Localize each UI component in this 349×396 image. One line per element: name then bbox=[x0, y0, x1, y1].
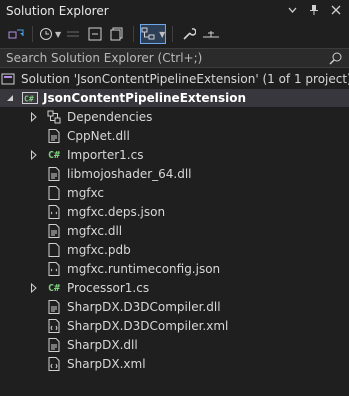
csharp-badge: C# bbox=[24, 95, 34, 104]
tree-item[interactable]: SharpDX.xml bbox=[0, 355, 349, 373]
project-label: JsonContentPipelineExtension bbox=[43, 91, 247, 105]
csharp-file-icon: C# bbox=[46, 147, 62, 163]
chevron-down-icon: ▼ bbox=[159, 29, 166, 39]
tree-item-label: SharpDX.xml bbox=[67, 357, 146, 371]
collapsed-arrow-icon[interactable] bbox=[28, 112, 40, 122]
tree-view-filter-button[interactable]: ▼ bbox=[140, 24, 167, 44]
toolbar-separator bbox=[133, 26, 135, 42]
tree-item[interactable]: libmojoshader_64.dll bbox=[0, 165, 349, 183]
sync-button[interactable] bbox=[63, 24, 83, 44]
solution-icon bbox=[0, 71, 16, 87]
tree-item[interactable]: SharpDX.D3DCompiler.xml bbox=[0, 317, 349, 335]
chevron-down-icon: ▼ bbox=[55, 29, 62, 39]
tree-item[interactable]: mgfxc.pdb bbox=[0, 241, 349, 259]
tree-item[interactable]: mgfxc.dll bbox=[0, 222, 349, 240]
tree-item[interactable]: CppNet.dll bbox=[0, 127, 349, 145]
tree-item-label: mgfxc.dll bbox=[67, 224, 123, 238]
tree-item[interactable]: C# Processor1.cs bbox=[0, 279, 349, 297]
tree-item-label: mgfxc.runtimeconfig.json bbox=[67, 262, 221, 276]
collapsed-arrow-icon[interactable] bbox=[28, 283, 40, 293]
collapse-all-button[interactable] bbox=[85, 24, 105, 44]
file-icon bbox=[46, 242, 62, 258]
dll-file-icon bbox=[46, 223, 62, 239]
dll-file-icon bbox=[46, 166, 62, 182]
solution-node[interactable]: Solution 'JsonContentPipelineExtension' … bbox=[0, 70, 349, 88]
dependencies-icon bbox=[46, 109, 62, 125]
tree-item-label: CppNet.dll bbox=[67, 129, 130, 143]
csharp-badge: C# bbox=[47, 282, 61, 294]
file-icon bbox=[46, 185, 62, 201]
panel-title: Solution Explorer bbox=[6, 3, 109, 18]
dll-file-icon bbox=[46, 337, 62, 353]
close-icon[interactable] bbox=[329, 3, 343, 17]
csharp-project-icon: C# bbox=[22, 90, 38, 106]
search-icon[interactable] bbox=[329, 51, 343, 68]
project-node[interactable]: C# JsonContentPipelineExtension bbox=[0, 89, 349, 107]
tree-item-label: mgfxc bbox=[67, 186, 105, 200]
tree-item[interactable]: mgfxc.deps.json bbox=[0, 203, 349, 221]
title-bar-buttons bbox=[285, 3, 343, 17]
solution-label: Solution 'JsonContentPipelineExtension' … bbox=[21, 72, 349, 86]
tree-item-label: Dependencies bbox=[67, 110, 153, 124]
tree-item[interactable]: C# Importer1.cs bbox=[0, 146, 349, 164]
history-button[interactable]: ▼ bbox=[39, 24, 61, 44]
tree-item-label: SharpDX.D3DCompiler.xml bbox=[67, 319, 229, 333]
tree-item[interactable]: mgfxc.runtimeconfig.json bbox=[0, 260, 349, 278]
toolbar: ▼ ▼ bbox=[0, 21, 349, 47]
switch-views-button[interactable] bbox=[6, 24, 26, 44]
tree-item-label: mgfxc.pdb bbox=[67, 243, 131, 257]
xml-file-icon bbox=[46, 356, 62, 372]
expanded-arrow-icon[interactable] bbox=[4, 94, 16, 102]
tree-item-label: Importer1.cs bbox=[67, 148, 144, 162]
tree-item[interactable]: SharpDX.D3DCompiler.dll bbox=[0, 298, 349, 316]
csharp-badge: C# bbox=[47, 149, 61, 161]
tree-item[interactable]: Dependencies bbox=[0, 108, 349, 126]
tree-item-label: mgfxc.deps.json bbox=[67, 205, 166, 219]
title-bar: Solution Explorer bbox=[0, 0, 349, 21]
toolbar-separator bbox=[172, 26, 174, 42]
dll-file-icon bbox=[46, 128, 62, 144]
csharp-file-icon: C# bbox=[46, 280, 62, 296]
json-file-icon bbox=[46, 261, 62, 277]
tree-item[interactable]: mgfxc bbox=[0, 184, 349, 202]
toolbar-separator bbox=[32, 26, 33, 42]
pin-icon[interactable] bbox=[307, 3, 321, 17]
show-all-files-button[interactable] bbox=[107, 24, 127, 44]
collapsed-arrow-icon[interactable] bbox=[28, 150, 40, 160]
tree-item[interactable]: SharpDX.dll bbox=[0, 336, 349, 354]
search-bar bbox=[0, 48, 349, 68]
preview-button[interactable] bbox=[201, 24, 221, 44]
properties-button[interactable] bbox=[179, 24, 199, 44]
tree-item-label: SharpDX.dll bbox=[67, 338, 138, 352]
dll-file-icon bbox=[46, 299, 62, 315]
search-input[interactable] bbox=[0, 50, 308, 66]
tree-item-label: SharpDX.D3DCompiler.dll bbox=[67, 300, 221, 314]
dropdown-icon[interactable] bbox=[285, 3, 299, 17]
json-file-icon bbox=[46, 204, 62, 220]
tree-item-label: libmojoshader_64.dll bbox=[67, 167, 192, 181]
tree-item-label: Processor1.cs bbox=[67, 281, 150, 295]
xml-file-icon bbox=[46, 318, 62, 334]
